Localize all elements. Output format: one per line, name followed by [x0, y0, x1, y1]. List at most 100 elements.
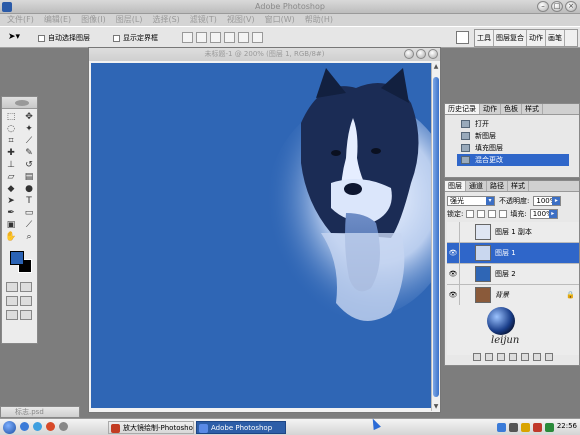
fill-input[interactable]: 100% ▸: [529, 209, 558, 219]
messenger-tray-icon[interactable]: [521, 423, 530, 432]
doc-minimize-button[interactable]: [404, 49, 414, 59]
palette-tab-comps[interactable]: 图层复合: [494, 30, 527, 46]
menu-view[interactable]: 视图(V): [224, 14, 258, 26]
standard-mode-icon[interactable]: [6, 282, 18, 292]
close-button[interactable]: ×: [565, 1, 577, 12]
palette-tab-tools[interactable]: 工具: [475, 30, 494, 46]
vertical-scrollbar[interactable]: ▲ ▼: [431, 63, 439, 411]
chevron-down-icon[interactable]: ▾: [486, 197, 494, 205]
jump-to-imageready-icon[interactable]: [6, 310, 18, 320]
history-brush-tool-icon[interactable]: ↺: [21, 160, 37, 171]
antivirus-icon[interactable]: [533, 423, 542, 432]
tab-styles[interactable]: 样式: [508, 181, 529, 191]
adjustment-layer-icon[interactable]: [521, 353, 529, 361]
align-middle-icon[interactable]: [196, 32, 207, 43]
layer-row[interactable]: 👁 背景 🔒: [447, 285, 579, 306]
blend-mode-select[interactable]: 强光 ▾: [447, 196, 495, 206]
menu-help[interactable]: 帮助(H): [302, 14, 336, 26]
brush-tool-icon[interactable]: ✎: [21, 148, 37, 159]
history-item-active[interactable]: 混合更改: [457, 154, 569, 166]
opacity-input[interactable]: 100% ▸: [533, 196, 562, 206]
standard-screen-icon[interactable]: [6, 296, 18, 306]
stamp-tool-icon[interactable]: ⊥: [3, 160, 19, 171]
align-center-icon[interactable]: [238, 32, 249, 43]
minimize-button[interactable]: –: [537, 1, 549, 12]
menu-select[interactable]: 选择(S): [149, 14, 182, 26]
magic-wand-tool-icon[interactable]: ✦: [21, 124, 37, 135]
notes-tool-icon[interactable]: ▣: [3, 220, 19, 231]
ie-icon[interactable]: [20, 422, 29, 431]
shape-tool-icon[interactable]: ▭: [21, 208, 37, 219]
checkbox-box[interactable]: [113, 34, 120, 42]
tab-paths[interactable]: 路径: [487, 181, 508, 191]
move-tool-indicator-icon[interactable]: ➤▾: [8, 32, 20, 42]
tab-actions[interactable]: 动作: [480, 104, 501, 114]
tab-layers[interactable]: 图层: [445, 181, 466, 191]
doc-close-button[interactable]: [428, 49, 438, 59]
menu-filter[interactable]: 滤镜(T): [187, 14, 220, 26]
layer-link-cell[interactable]: [459, 222, 471, 242]
path-select-tool-icon[interactable]: ➤: [3, 196, 19, 207]
file-browser-icon[interactable]: [456, 31, 469, 44]
foreground-color-swatch[interactable]: [10, 251, 24, 265]
align-right-icon[interactable]: [252, 32, 263, 43]
eye-icon[interactable]: 👁: [447, 291, 459, 299]
brush-icon[interactable]: [459, 243, 471, 263]
layer-row[interactable]: 图层 1 副本: [447, 222, 579, 243]
tab-history[interactable]: 历史记录: [445, 104, 480, 114]
lock-position-icon[interactable]: [488, 210, 497, 218]
brush-preset-icon[interactable]: [20, 310, 32, 320]
lock-transparency-icon[interactable]: [466, 210, 475, 218]
healing-brush-tool-icon[interactable]: ✚: [3, 148, 19, 159]
blur-tool-icon[interactable]: ◆: [3, 184, 19, 195]
lock-all-icon[interactable]: [499, 210, 508, 218]
menu-layer[interactable]: 图层(L): [113, 14, 146, 26]
history-item[interactable]: 打开: [457, 118, 569, 130]
layer-row-active[interactable]: 👁 图层 1: [447, 243, 579, 264]
chevron-right-icon[interactable]: ▸: [552, 197, 561, 205]
eye-icon[interactable]: 👁: [447, 249, 459, 257]
scrollbar-thumb[interactable]: [433, 77, 439, 397]
move-tool-icon[interactable]: ✥: [21, 112, 37, 123]
menu-image[interactable]: 图像(I): [78, 14, 109, 26]
tab-styles[interactable]: 样式: [522, 104, 543, 114]
eraser-tool-icon[interactable]: ▱: [3, 172, 19, 183]
lasso-tool-icon[interactable]: ◌: [3, 124, 19, 135]
tab-swatches[interactable]: 色板: [501, 104, 522, 114]
scroll-down-arrow-icon[interactable]: ▼: [432, 403, 440, 411]
lock-pixels-icon[interactable]: [477, 210, 486, 218]
mask-icon[interactable]: [497, 353, 505, 361]
history-item[interactable]: 新图层: [457, 130, 569, 142]
layer-link-cell[interactable]: [459, 264, 471, 284]
taskbar-item[interactable]: 放大镜绘制-Photoshop: [108, 421, 194, 434]
maximize-button[interactable]: □: [551, 1, 563, 12]
align-top-icon[interactable]: [182, 32, 193, 43]
palette-tab-brushes[interactable]: 画笔: [546, 30, 565, 46]
image-canvas[interactable]: [91, 63, 431, 408]
menu-window[interactable]: 窗口(W): [262, 14, 298, 26]
clock[interactable]: 22:56: [557, 422, 577, 430]
menu-edit[interactable]: 编辑(E): [41, 14, 74, 26]
minimized-document-window[interactable]: 标志.psd: [0, 406, 80, 418]
align-left-icon[interactable]: [224, 32, 235, 43]
hand-tool-icon[interactable]: ✋: [3, 232, 19, 243]
checkbox-box[interactable]: [38, 34, 45, 42]
dodge-tool-icon[interactable]: ●: [21, 184, 37, 195]
history-item[interactable]: 填充图层: [457, 142, 569, 154]
gradient-tool-icon[interactable]: ▤: [21, 172, 37, 183]
full-screen-menu-icon[interactable]: [20, 296, 32, 306]
update-icon[interactable]: [545, 423, 554, 432]
network-icon[interactable]: [497, 423, 506, 432]
desktop-icon[interactable]: [59, 422, 68, 431]
slice-tool-icon[interactable]: ⟋: [21, 136, 37, 147]
taskbar-item-active[interactable]: Adobe Photoshop: [196, 421, 286, 434]
app-icon[interactable]: [46, 422, 55, 431]
quick-mask-mode-icon[interactable]: [20, 282, 32, 292]
zoom-tool-icon[interactable]: ⌕: [21, 232, 37, 243]
eyedropper-tool-icon[interactable]: ⟋: [21, 220, 37, 231]
doc-maximize-button[interactable]: [416, 49, 426, 59]
start-button-icon[interactable]: [3, 421, 16, 434]
pen-tool-icon[interactable]: ✒: [3, 208, 19, 219]
menu-file[interactable]: 文件(F): [4, 14, 37, 26]
layer-row[interactable]: 👁 图层 2: [447, 264, 579, 285]
